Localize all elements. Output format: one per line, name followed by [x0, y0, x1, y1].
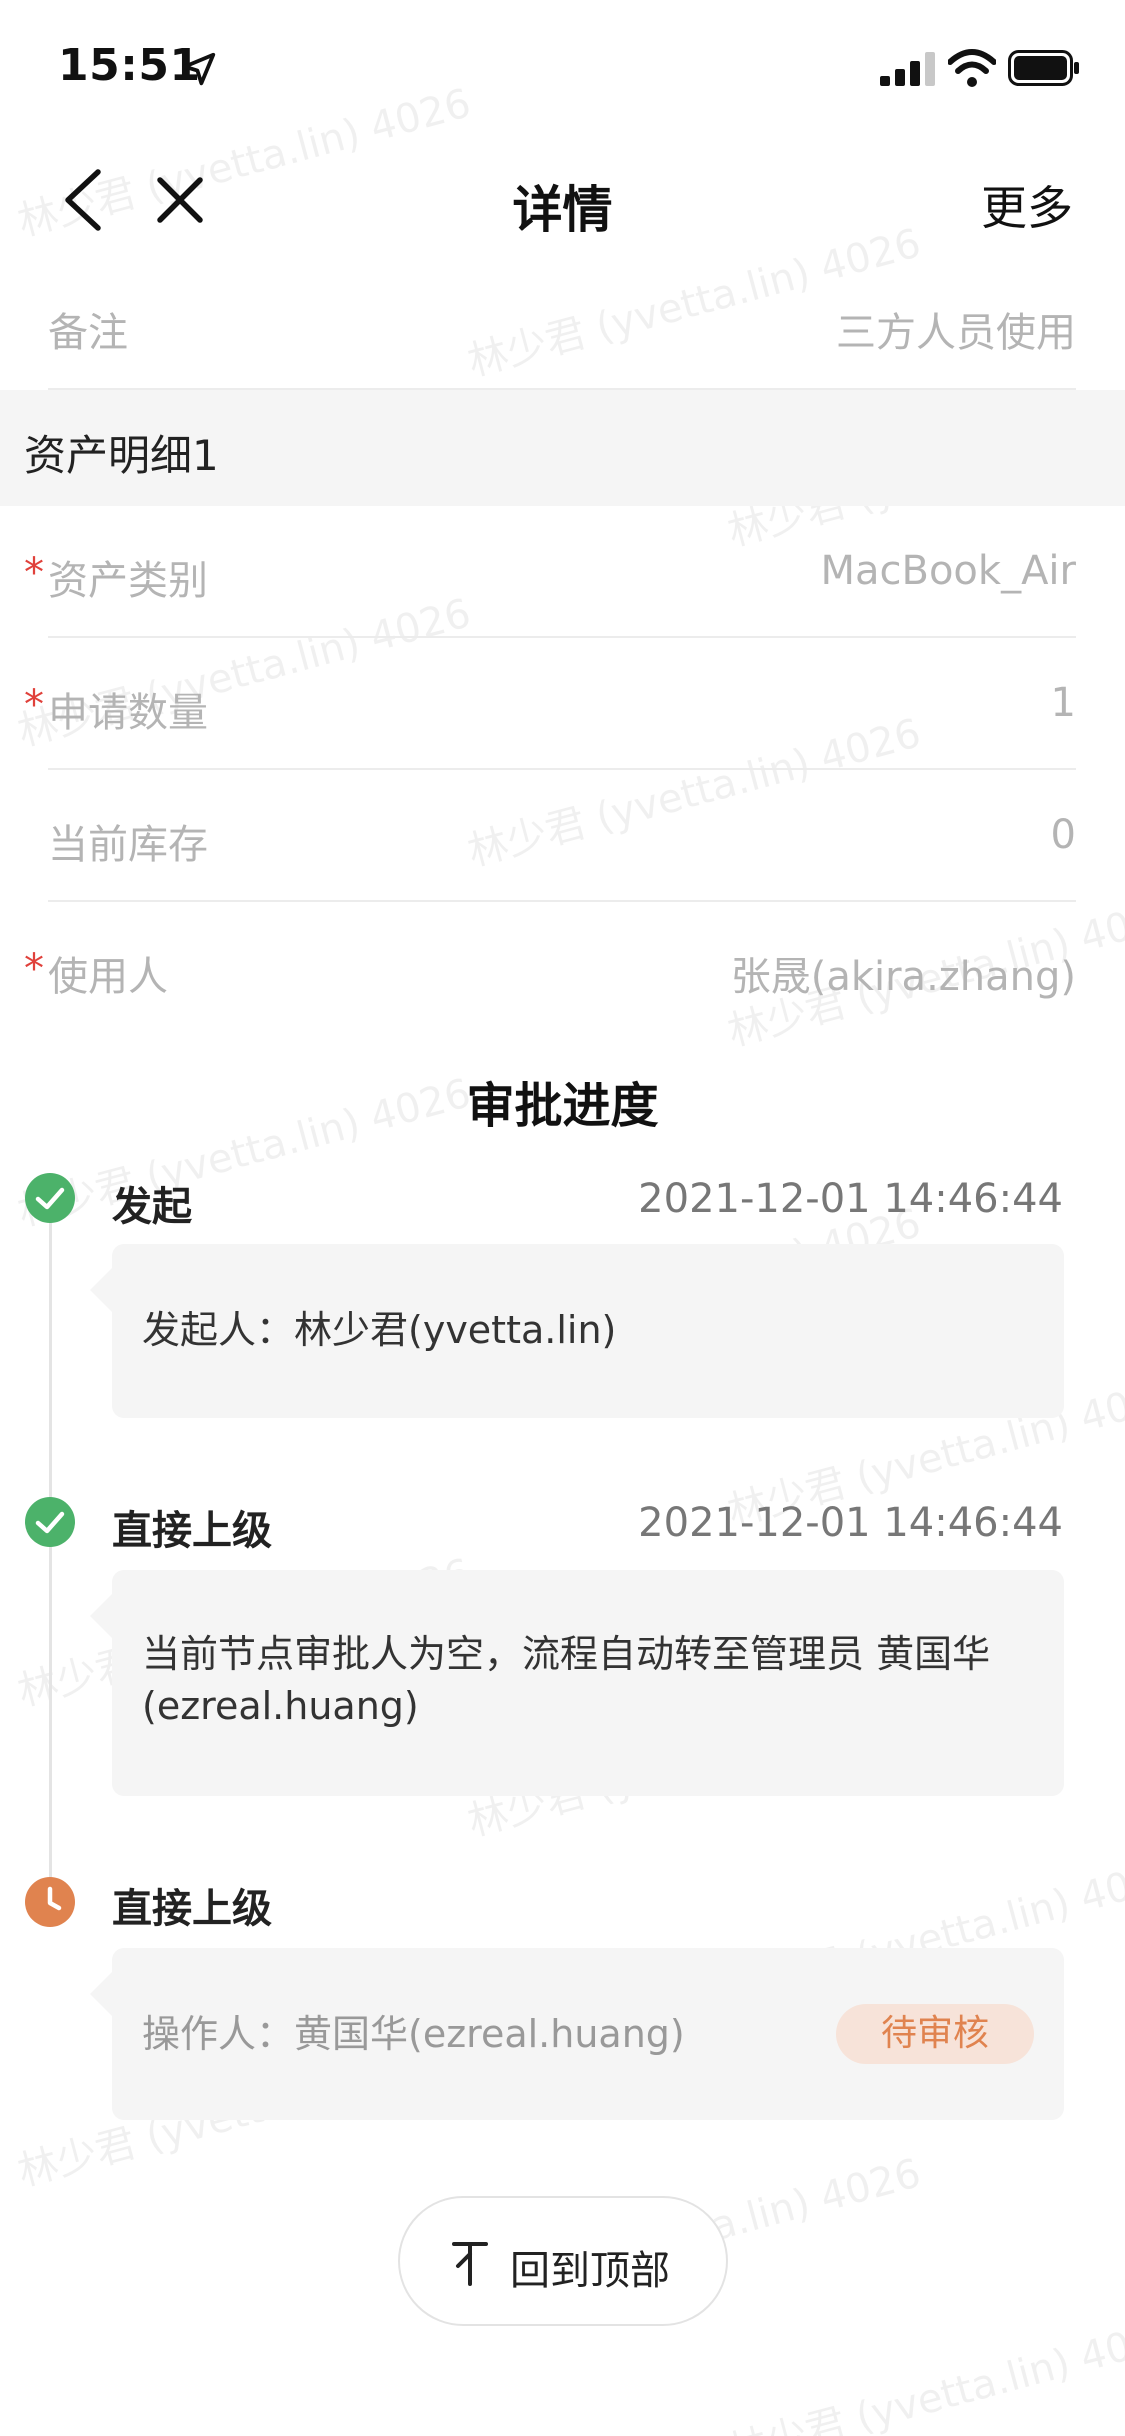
clock-icon	[25, 1877, 75, 1927]
stock-value: 0	[1050, 812, 1076, 858]
user-value: 张晟(akira.zhang)	[730, 954, 1076, 1000]
cellular-signal-icon	[880, 52, 935, 86]
timeline-line	[49, 1222, 52, 1916]
quantity-value: 1	[1050, 680, 1076, 726]
user-row: * 使用人 张晟(akira.zhang)	[24, 902, 1076, 1034]
battery-icon	[1008, 50, 1079, 86]
step-title: 发起	[112, 1184, 192, 1230]
arrow-up-icon	[452, 2242, 488, 2286]
page-title: 详情	[512, 181, 613, 239]
status-bar: 15:51	[0, 0, 1125, 140]
approval-heading: 审批进度	[466, 1078, 659, 1134]
back-to-top-label: 回到顶部	[510, 2248, 670, 2294]
step-detail-card: 操作人：黄国华(ezreal.huang) 待审核	[90, 1948, 1064, 2120]
quantity-label: 申请数量	[48, 690, 208, 736]
user-label: 使用人	[48, 954, 168, 1000]
asset-category-row: * 资产类别 MacBook_Air	[24, 506, 1077, 638]
check-circle-icon	[25, 1497, 75, 1547]
required-mark: *	[24, 682, 44, 728]
step-detail-card: 发起人：林少君(yvetta.lin)	[90, 1244, 1064, 1418]
required-mark: *	[24, 946, 44, 992]
step-detail-text: 发起人：林少君(yvetta.lin)	[142, 1308, 617, 1352]
wifi-icon	[948, 49, 996, 87]
step-detail-text: 当前节点审批人为空，流程自动转至管理员 黄国华(ezreal.huang)	[142, 1632, 991, 1728]
status-badge: 待审核	[836, 2004, 1034, 2064]
asset-section-title: 资产明细1	[24, 431, 219, 480]
stock-row: 当前库存 0	[48, 770, 1076, 902]
quantity-row: * 申请数量 1	[24, 638, 1076, 770]
step-time: 2021-12-01 14:46:44	[638, 1176, 1063, 1222]
remark-label: 备注	[48, 310, 128, 356]
stock-label: 当前库存	[48, 822, 208, 868]
location-arrow-icon	[182, 52, 216, 86]
step-time: 2021-12-01 14:46:44	[638, 1500, 1063, 1546]
asset-category-value: MacBook_Air	[820, 548, 1077, 594]
step-detail-text: 操作人：黄国华(ezreal.huang)	[142, 2012, 685, 2056]
remark-row: 备注 三方人员使用	[48, 258, 1076, 390]
back-to-top-button[interactable]: 回到顶部	[398, 2196, 728, 2326]
remark-value: 三方人员使用	[836, 310, 1076, 356]
asset-section-header: 资产明细1	[0, 390, 1125, 506]
more-button[interactable]: 更多	[981, 172, 1073, 238]
step-title: 直接上级	[112, 1886, 272, 1932]
watermark: 林少君 (yvetta.lin) 4026	[723, 2310, 1125, 2436]
step-detail-card: 当前节点审批人为空，流程自动转至管理员 黄国华(ezreal.huang)	[90, 1570, 1064, 1796]
required-mark: *	[24, 550, 44, 596]
asset-category-label: 资产类别	[48, 558, 208, 604]
check-circle-icon	[25, 1173, 75, 1223]
navigation-bar: 详情 更多	[0, 140, 1125, 260]
step-title: 直接上级	[112, 1508, 272, 1554]
